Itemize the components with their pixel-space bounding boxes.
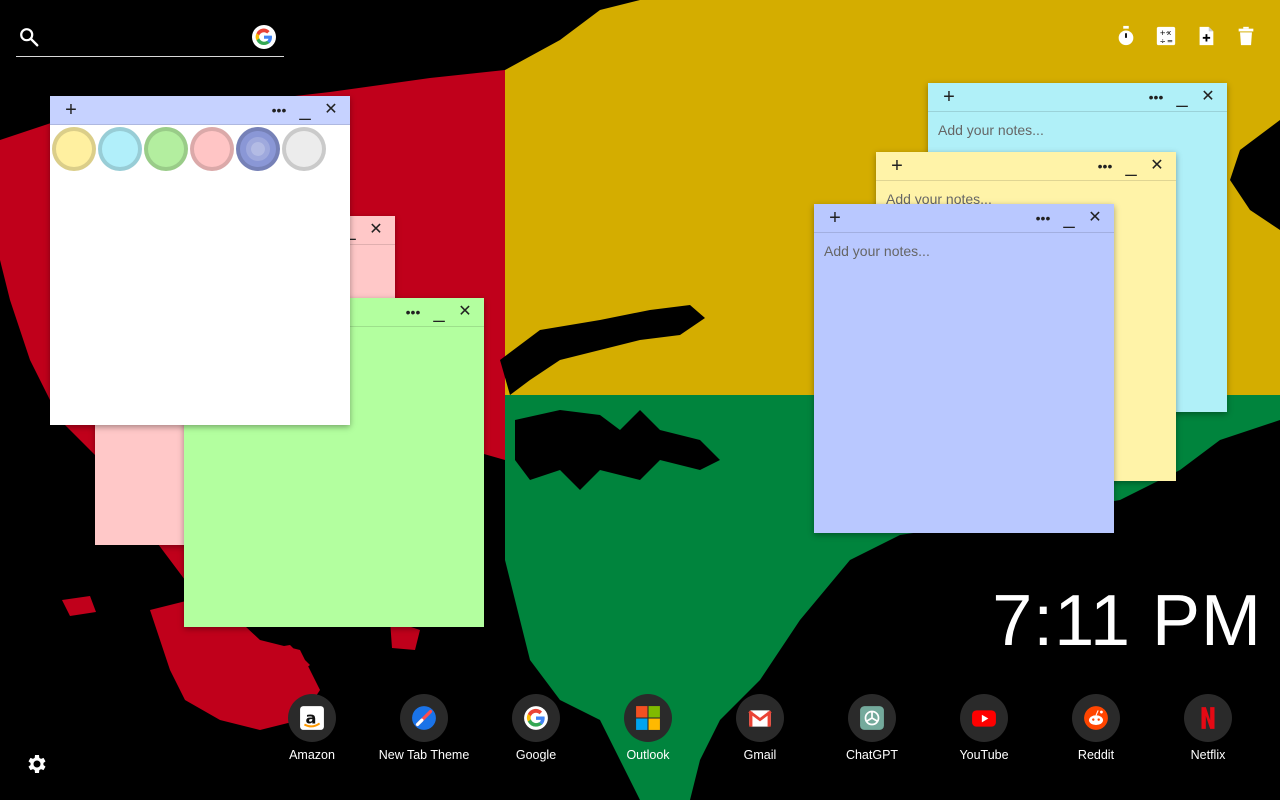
note-menu-button[interactable]: ••• [1143,85,1169,109]
calculator-icon[interactable]: +- x ÷ = [1154,24,1178,48]
note-toolbar: + ••• _ ✕ [50,96,350,125]
sticky-note-color-picker[interactable]: + ••• _ ✕ [50,96,350,425]
note-toolbar: + ••• _ ✕ [814,204,1114,233]
svg-text:a: a [306,708,317,727]
note-textarea[interactable] [814,233,1114,533]
chatgpt-icon [848,694,896,742]
note-toolbar: + ••• _ ✕ [928,83,1227,112]
shortcut-label: Reddit [1077,748,1115,762]
minimize-button[interactable]: _ [292,98,318,122]
shortcut-label: ChatGPT [845,748,899,762]
shortcut-netflix[interactable]: Netflix [1152,694,1264,762]
yellow-swatch[interactable] [52,127,96,171]
svg-text:=: = [1167,36,1173,45]
note-menu-button[interactable]: ••• [1030,206,1056,230]
google-icon[interactable] [252,25,276,49]
sticky-note-blue[interactable]: + ••• _ ✕ [814,204,1114,533]
close-button[interactable]: ✕ [1195,85,1221,109]
shortcut-label: Netflix [1190,748,1226,762]
note-menu-button[interactable]: ••• [266,98,292,122]
close-button[interactable]: ✕ [1144,154,1170,178]
trash-icon[interactable] [1234,24,1258,48]
youtube-icon [960,694,1008,742]
blue-swatch[interactable] [236,127,280,171]
close-button[interactable]: ✕ [452,300,478,324]
note-menu-button[interactable]: ••• [400,300,426,324]
clock: 7:11 PM [992,581,1262,661]
amazon-icon: a [288,694,336,742]
shortcut-label: Gmail [743,748,777,762]
toolbar: +- x ÷ = [1114,24,1258,48]
search-input[interactable] [50,24,254,52]
shortcut-label: Outlook [626,748,670,762]
gear-icon[interactable] [24,752,48,776]
google-icon [512,694,560,742]
green-swatch[interactable] [144,127,188,171]
minimize-button[interactable]: _ [1118,154,1144,178]
close-button[interactable]: ✕ [1082,206,1108,230]
cyan-swatch[interactable] [98,127,142,171]
shortcut-chatgpt[interactable]: ChatGPT [816,694,928,762]
reddit-icon [1072,694,1120,742]
color-palette [50,125,350,173]
close-button[interactable]: ✕ [363,218,389,242]
add-note-button[interactable]: + [822,206,848,230]
shortcut-google[interactable]: Google [480,694,592,762]
shortcut-gmail[interactable]: Gmail [704,694,816,762]
add-note-icon[interactable] [1194,24,1218,48]
netflix-icon [1184,694,1232,742]
shortcut-label: Google [515,748,557,762]
shortcut-label: New Tab Theme [378,748,470,762]
shortcut-youtube[interactable]: YouTube [928,694,1040,762]
add-note-button[interactable]: + [884,154,910,178]
shortcut-amazon[interactable]: a Amazon [256,694,368,762]
minimize-button[interactable]: _ [1056,206,1082,230]
note-toolbar: + ••• _ ✕ [876,152,1176,181]
timer-icon[interactable] [1114,24,1138,48]
add-note-button[interactable]: + [936,85,962,109]
shortcut-bar: a Amazon New Tab Theme Google Outlook Gm… [256,694,1264,762]
close-button[interactable]: ✕ [318,98,344,122]
shortcut-label: YouTube [959,748,1009,762]
shortcut-new-tab-theme[interactable]: New Tab Theme [368,694,480,762]
add-note-button[interactable]: + [58,98,84,122]
shortcut-reddit[interactable]: Reddit [1040,694,1152,762]
minimize-button[interactable]: _ [426,300,452,324]
svg-text:÷: ÷ [1160,36,1166,45]
outlook-icon [624,694,672,742]
new-tab-theme-icon [400,694,448,742]
shortcut-label: Amazon [289,748,335,762]
minimize-button[interactable]: _ [1169,85,1195,109]
gray-swatch[interactable] [282,127,326,171]
search-bar [16,20,284,57]
shortcut-outlook[interactable]: Outlook [592,694,704,762]
gmail-icon [736,694,784,742]
search-icon[interactable] [18,26,40,48]
pink-swatch[interactable] [190,127,234,171]
note-menu-button[interactable]: ••• [1092,154,1118,178]
